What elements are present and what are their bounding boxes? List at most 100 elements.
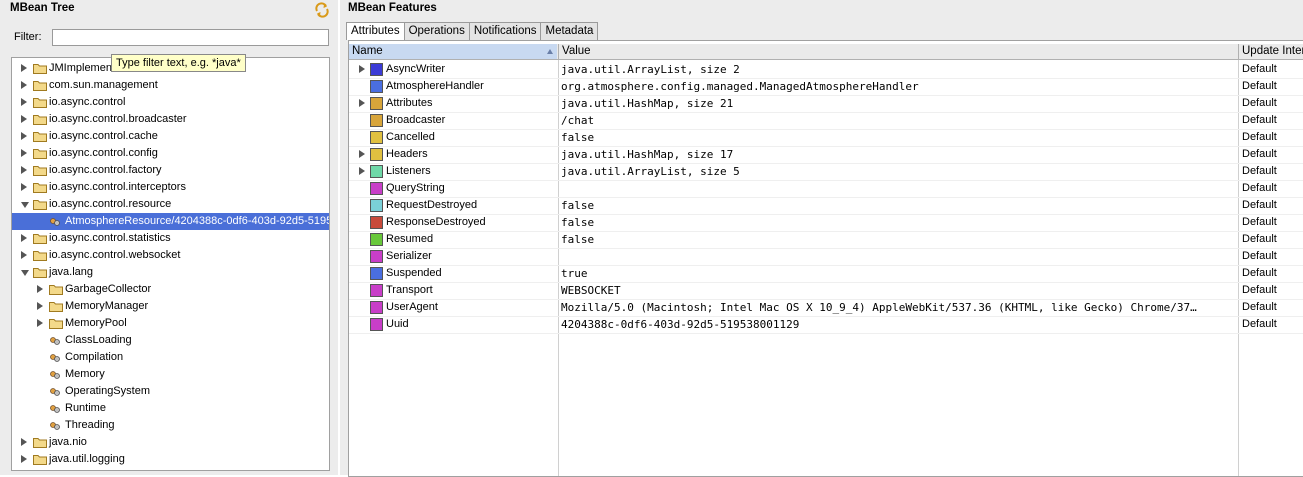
chevron-down-icon[interactable] [21, 270, 29, 276]
chevron-right-icon[interactable] [21, 183, 27, 191]
sort-ascending-icon [547, 49, 553, 54]
column-header-name[interactable]: Name [349, 44, 557, 59]
chevron-right-icon[interactable] [21, 251, 27, 259]
chevron-right-icon[interactable] [21, 81, 27, 89]
chevron-right-icon[interactable] [21, 115, 27, 123]
tree-node[interactable]: io.async.control.statistics [12, 230, 329, 247]
table-row[interactable]: Cancelled false Default [349, 129, 1303, 147]
tree-node[interactable]: io.async.control [12, 94, 329, 111]
tree-node[interactable]: MemoryManager [12, 298, 329, 315]
attribute-type-icon [370, 80, 383, 93]
tree-node[interactable]: io.async.control.resource [12, 196, 329, 213]
tab-operations[interactable]: Operations [403, 22, 470, 40]
table-row[interactable]: Listeners java.util.ArrayList, size 5 Defa… [349, 163, 1303, 181]
attribute-update-interval: Default [1242, 182, 1277, 194]
table-row[interactable]: Attributes java.util.HashMap, size 21 Defa… [349, 95, 1303, 113]
column-header-update-interval[interactable]: Update Interval [1238, 44, 1303, 59]
table-row[interactable]: AtmosphereHandler org.atmosphere.config.m… [349, 78, 1303, 96]
tree-node[interactable]: Threading [12, 417, 329, 434]
tree-node[interactable]: java.util.logging [12, 451, 329, 468]
chevron-right-icon[interactable] [21, 234, 27, 242]
tree-node[interactable]: io.async.control.config [12, 145, 329, 162]
tree-node[interactable]: io.async.control.broadcaster [12, 111, 329, 128]
tree-node[interactable]: com.sun.management [12, 77, 329, 94]
chevron-down-icon[interactable] [21, 202, 29, 208]
attribute-type-icon [370, 165, 383, 178]
table-row[interactable]: Headers java.util.HashMap, size 17 Default [349, 146, 1303, 164]
tree-node[interactable]: ClassLoading [12, 332, 329, 349]
attribute-update-interval: Default [1242, 284, 1277, 296]
table-row[interactable]: QueryString Default [349, 180, 1303, 198]
table-row[interactable]: UserAgent Mozilla/5.0 (Macintosh; Intel M… [349, 299, 1303, 317]
tree-node[interactable]: Runtime [12, 400, 329, 417]
attribute-type-icon [370, 97, 383, 110]
tree-node[interactable]: io.async.control.interceptors [12, 179, 329, 196]
chevron-right-icon[interactable] [359, 99, 365, 107]
table-row[interactable]: Serializer Default [349, 248, 1303, 266]
attribute-name: QueryString [386, 182, 445, 194]
mbean-icon [50, 337, 60, 345]
attribute-name: AsyncWriter [386, 63, 446, 75]
attribute-value: java.util.ArrayList, size 2 [561, 63, 740, 76]
tree-node-label: io.async.control.factory [49, 164, 162, 176]
tree-node-label: java.nio [49, 436, 87, 448]
attribute-update-interval: Default [1242, 148, 1277, 160]
tree-node[interactable]: Memory [12, 366, 329, 383]
attribute-type-icon [370, 284, 383, 297]
attribute-type-icon [370, 199, 383, 212]
table-row[interactable]: Suspended true Default [349, 265, 1303, 283]
tree-node[interactable]: io.async.control.factory [12, 162, 329, 179]
mbean-icon [50, 422, 60, 430]
table-row[interactable]: Broadcaster/chat Default [349, 112, 1303, 130]
refresh-icon[interactable] [314, 2, 330, 18]
chevron-right-icon[interactable] [21, 132, 27, 140]
chevron-right-icon[interactable] [359, 65, 365, 73]
folder-icon [49, 302, 63, 312]
tree-node[interactable]: io.async.control.websocket [12, 247, 329, 264]
column-header-value[interactable]: Value [558, 44, 1238, 59]
table-row[interactable]: Uuid 4204388c-0df6-403d-92d5-519538001129… [349, 316, 1303, 334]
tree-node-label: io.async.control.interceptors [49, 181, 186, 193]
tree-node[interactable]: AtmosphereResource/4204388c-0df6-403d-92… [12, 213, 329, 230]
folder-icon [33, 455, 47, 465]
tree-node[interactable]: Compilation [12, 349, 329, 366]
mbean-icon [50, 218, 60, 226]
tab-metadata[interactable]: Metadata [540, 22, 599, 40]
chevron-right-icon[interactable] [21, 149, 27, 157]
table-row[interactable]: RequestDestroyed false Default [349, 197, 1303, 215]
chevron-right-icon[interactable] [21, 166, 27, 174]
chevron-right-icon[interactable] [21, 455, 27, 463]
tree-node[interactable]: java.lang [12, 264, 329, 281]
chevron-right-icon[interactable] [37, 319, 43, 327]
chevron-right-icon[interactable] [21, 438, 27, 446]
attribute-type-icon [370, 318, 383, 331]
attribute-value: /chat [561, 114, 595, 127]
attribute-name: UserAgent [386, 301, 438, 313]
filter-input[interactable] [52, 29, 329, 46]
attribute-update-interval: Default [1242, 114, 1277, 126]
attribute-update-interval: Default [1242, 199, 1277, 211]
chevron-right-icon[interactable] [21, 98, 27, 106]
tab-attributes[interactable]: Attributes [346, 22, 405, 40]
table-row[interactable]: ResponseDestroyed false Default [349, 214, 1303, 232]
chevron-right-icon[interactable] [359, 167, 365, 175]
chevron-right-icon[interactable] [37, 285, 43, 293]
tree-node[interactable]: OperatingSystem [12, 383, 329, 400]
tree-node[interactable]: io.async.control.cache [12, 128, 329, 145]
chevron-right-icon[interactable] [37, 302, 43, 310]
mbean-tree[interactable]: JMImplementation com.sun.management io.asy… [11, 57, 330, 471]
table-row[interactable]: Resumed false Default [349, 231, 1303, 249]
tab-notifications[interactable]: Notifications [468, 22, 542, 40]
folder-icon [33, 268, 47, 278]
mbean-features-title: MBean Features [348, 2, 437, 14]
chevron-right-icon[interactable] [359, 150, 365, 158]
chevron-right-icon[interactable] [21, 64, 27, 72]
attribute-type-icon [370, 250, 383, 263]
tree-node[interactable]: GarbageCollector [12, 281, 329, 298]
folder-icon [33, 438, 47, 448]
tree-node[interactable]: java.nio [12, 434, 329, 451]
table-row[interactable]: Transport WEBSOCKET Default [349, 282, 1303, 300]
tree-node[interactable]: MemoryPool [12, 315, 329, 332]
table-row[interactable]: AsyncWriter java.util.ArrayList, size 2 De… [349, 61, 1303, 79]
attribute-name: Listeners [386, 165, 431, 177]
